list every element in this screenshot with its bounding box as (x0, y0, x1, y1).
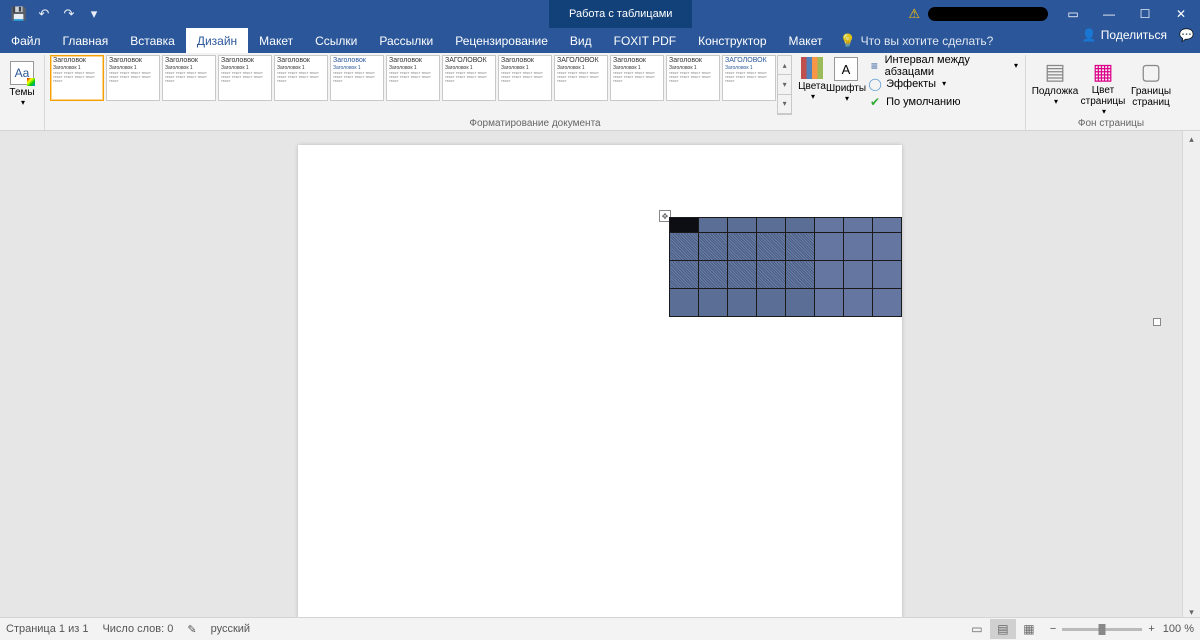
style-set-item[interactable]: ЗаголовокЗаголовок 1текст текст текст те… (162, 55, 216, 101)
colors-button[interactable]: Цвета▾ (798, 55, 826, 115)
close-button[interactable]: ✕ (1166, 3, 1196, 25)
formatting-options: ≡Интервал между абзацами▾ ◯Эффекты▾ ✔По … (866, 55, 1020, 115)
tab-table-layout[interactable]: Макет (778, 28, 834, 53)
page-indicator[interactable]: Страница 1 из 1 (6, 623, 88, 635)
tab-view[interactable]: Вид (559, 28, 603, 53)
fonts-button[interactable]: AШрифты▾ (826, 55, 866, 115)
tell-me-search[interactable]: 💡Что вы хотите сделать? (839, 28, 993, 53)
qat-customize[interactable]: ▾ (83, 3, 105, 25)
quick-access-toolbar: 💾 ↶ ↷ ▾ (0, 3, 105, 25)
page-color-icon: ▦ (1089, 58, 1117, 85)
colors-icon (801, 57, 823, 79)
page-borders-button[interactable]: ▢Границы страниц (1127, 55, 1175, 116)
effects-button[interactable]: ◯Эффекты▾ (868, 75, 1018, 92)
title-bar: 💾 ↶ ↷ ▾ Документ1 - Word Работа с таблиц… (0, 0, 1200, 28)
tab-design[interactable]: Дизайн (186, 28, 248, 53)
bulb-icon: 💡 (839, 33, 855, 49)
status-bar: Страница 1 из 1 Число слов: 0 ✎ русский … (0, 617, 1200, 640)
minimize-button[interactable]: — (1094, 3, 1124, 25)
style-gallery[interactable]: ЗаголовокЗаголовок 1текст текст текст те… (50, 55, 776, 113)
checkmark-icon: ✔ (868, 95, 882, 109)
tab-foxit[interactable]: FOXIT PDF (603, 28, 687, 53)
ribbon: Aa Темы ▾ ЗаголовокЗаголовок 1текст текс… (0, 53, 1200, 131)
share-icon: 👤 (1082, 28, 1097, 42)
tab-layout[interactable]: Макет (248, 28, 304, 53)
maximize-button[interactable]: ☐ (1130, 3, 1160, 25)
style-set-item[interactable]: ЗаголовокЗаголовок 1текст текст текст те… (610, 55, 664, 101)
group-themes: Aa Темы ▾ (4, 55, 45, 130)
tab-references[interactable]: Ссылки (304, 28, 368, 53)
tab-file[interactable]: Файл (0, 28, 52, 53)
group-label: Фон страницы (1026, 118, 1196, 129)
watermark-icon: ▤ (1041, 58, 1069, 86)
document-workspace[interactable]: ✥ ▴ ▾ (0, 131, 1200, 621)
style-set-item[interactable]: ЗаголовокЗаголовок 1текст текст текст те… (50, 55, 104, 101)
comments-icon[interactable]: 💬 (1179, 28, 1194, 42)
set-default-button[interactable]: ✔По умолчанию (868, 93, 1018, 110)
style-set-item[interactable]: ЗаголовокЗаголовок 1текст текст текст те… (666, 55, 720, 101)
watermark-button[interactable]: ▤Подложка▾ (1031, 55, 1079, 116)
group-document-formatting: ЗаголовокЗаголовок 1текст текст текст те… (45, 55, 1026, 130)
ribbon-options-button[interactable]: ▭ (1058, 3, 1088, 25)
table-resize-handle[interactable] (1153, 318, 1161, 326)
tab-home[interactable]: Главная (52, 28, 120, 53)
group-page-background: ▤Подложка▾ ▦Цвет страницы▾ ▢Границы стра… (1026, 55, 1196, 130)
style-set-item[interactable]: ЗАГОЛОВОКЗаголовок 1текст текст текст те… (554, 55, 608, 101)
spell-check-icon[interactable]: ✎ (187, 623, 196, 636)
share-button[interactable]: 👤Поделиться (1082, 28, 1167, 42)
fonts-icon: A (834, 57, 858, 81)
tab-insert[interactable]: Вставка (119, 28, 186, 53)
zoom-slider[interactable] (1062, 628, 1142, 631)
style-set-item[interactable]: ЗАГОЛОВОКЗаголовок 1текст текст текст те… (722, 55, 776, 101)
web-layout-button[interactable]: ▦ (1016, 619, 1042, 639)
zoom-in-button[interactable]: + (1148, 623, 1154, 635)
tab-table-constructor[interactable]: Конструктор (687, 28, 777, 53)
themes-icon: Aa (10, 61, 34, 85)
zoom-out-button[interactable]: − (1050, 623, 1056, 635)
redo-button[interactable]: ↷ (58, 3, 80, 25)
style-set-item[interactable]: ЗаголовокЗаголовок 1текст текст текст те… (330, 55, 384, 101)
language-indicator[interactable]: русский (211, 623, 250, 635)
tab-mailings[interactable]: Рассылки (368, 28, 444, 53)
style-set-item[interactable]: ЗаголовокЗаголовок 1текст текст текст те… (106, 55, 160, 101)
page-borders-icon: ▢ (1137, 58, 1165, 86)
tab-review[interactable]: Рецензирование (444, 28, 559, 53)
style-set-item[interactable]: ЗаголовокЗаголовок 1текст текст текст те… (386, 55, 440, 101)
style-set-item[interactable]: ЗАГОЛОВОКЗаголовок 1текст текст текст те… (442, 55, 496, 101)
word-count[interactable]: Число слов: 0 (102, 623, 173, 635)
gallery-scroll[interactable]: ▴▾▾ (777, 55, 792, 115)
style-set-item[interactable]: ЗаголовокЗаголовок 1текст текст текст те… (218, 55, 272, 101)
effects-icon: ◯ (868, 77, 882, 91)
undo-button[interactable]: ↶ (33, 3, 55, 25)
view-buttons: ▭ ▤ ▦ (964, 619, 1042, 639)
ribbon-tabs: Файл Главная Вставка Дизайн Макет Ссылки… (0, 28, 1200, 53)
spacing-icon: ≡ (868, 59, 881, 73)
style-set-item[interactable]: ЗаголовокЗаголовок 1текст текст текст те… (274, 55, 328, 101)
print-layout-button[interactable]: ▤ (990, 619, 1016, 639)
scroll-up-icon[interactable]: ▴ (1183, 131, 1200, 148)
read-mode-button[interactable]: ▭ (964, 619, 990, 639)
warning-icon[interactable]: ⚠ (908, 6, 920, 22)
page[interactable]: ✥ (298, 145, 902, 621)
signin-area[interactable] (928, 7, 1048, 21)
save-button[interactable]: 💾 (8, 3, 30, 25)
themes-button[interactable]: Aa Темы ▾ (9, 55, 35, 113)
group-label: Форматирование документа (45, 118, 1025, 129)
table-tools-context-title: Работа с таблицами (549, 0, 692, 28)
zoom-level[interactable]: 100 % (1163, 623, 1194, 635)
paragraph-spacing-button[interactable]: ≡Интервал между абзацами▾ (868, 57, 1018, 74)
style-set-item[interactable]: ЗаголовокЗаголовок 1текст текст текст те… (498, 55, 552, 101)
document-table[interactable] (669, 217, 902, 317)
page-color-button[interactable]: ▦Цвет страницы▾ (1079, 55, 1127, 116)
vertical-scrollbar[interactable]: ▴ ▾ (1182, 131, 1200, 621)
